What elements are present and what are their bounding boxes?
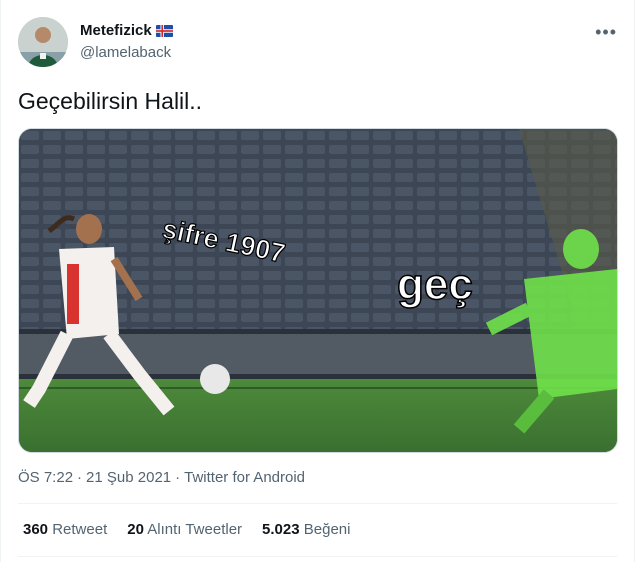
divider: [18, 556, 617, 557]
retweet-count: 360: [23, 521, 49, 538]
tweet-date[interactable]: 21 Şub 2021: [86, 469, 171, 486]
tweet-meta: ÖS 7:22 · 21 Şub 2021 · Twitter for Android: [18, 469, 305, 486]
quote-count: 20: [127, 521, 144, 538]
avatar[interactable]: [18, 17, 68, 67]
tweet-source[interactable]: Twitter for Android: [184, 469, 305, 486]
engagement-stats: 360 Retweet 20 Alıntı Tweetler 5.023 Beğ…: [23, 521, 350, 538]
like-count: 5.023: [262, 521, 300, 538]
author-handle[interactable]: @lamelaback: [80, 44, 171, 61]
quote-label: Alıntı Tweetler: [147, 521, 243, 538]
media-image: şifre 1907 geç: [19, 129, 617, 452]
display-name[interactable]: Metefizick: [80, 22, 152, 39]
retweet-stat[interactable]: 360 Retweet: [23, 521, 107, 538]
meta-separator: ·: [77, 469, 83, 486]
quote-stat[interactable]: 20 Alıntı Tweetler: [127, 521, 242, 538]
left-border: [0, 0, 1, 562]
like-stat[interactable]: 5.023 Beğeni: [262, 521, 350, 538]
retweet-label: Retweet: [52, 521, 108, 538]
meta-separator: ·: [175, 469, 181, 486]
tweet-media[interactable]: şifre 1907 geç: [18, 128, 618, 453]
more-horizontal-icon[interactable]: •••: [595, 22, 617, 43]
iceland-flag-icon: [155, 24, 173, 37]
divider: [18, 503, 617, 504]
ball: [200, 364, 230, 394]
tweet-time[interactable]: ÖS 7:22: [18, 469, 73, 486]
like-label: Beğeni: [303, 521, 351, 538]
author-name-row[interactable]: Metefizick: [80, 22, 173, 39]
tweet-text: Geçebilirsin Halil..: [18, 88, 203, 114]
avatar-image: [18, 17, 68, 67]
caption-keeper: geç: [397, 260, 473, 309]
